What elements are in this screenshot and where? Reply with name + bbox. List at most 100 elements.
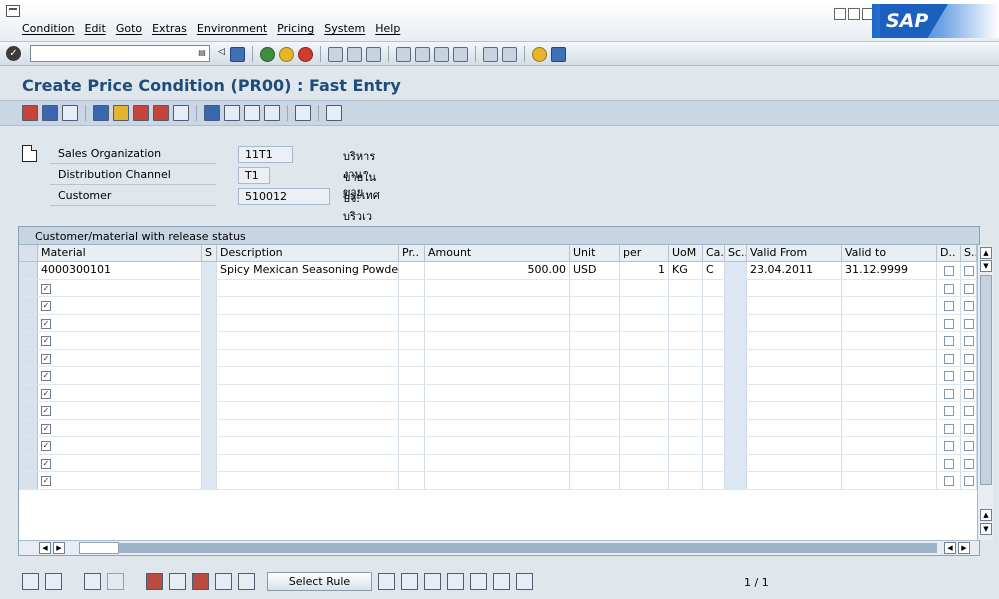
empty-cell[interactable] (703, 454, 725, 471)
d-checkbox[interactable] (937, 332, 961, 349)
empty-cell[interactable] (399, 437, 425, 454)
menu-edit[interactable]: Edit (85, 22, 106, 35)
d-checkbox[interactable] (937, 419, 961, 436)
empty-cell[interactable] (620, 384, 669, 401)
empty-cell[interactable] (703, 332, 725, 349)
empty-cell[interactable] (570, 419, 620, 436)
cancel-icon[interactable] (298, 46, 313, 62)
scroll-up-icon[interactable]: ▲ (980, 247, 992, 259)
enter-check-icon[interactable]: ✓ (6, 46, 21, 61)
ca-cell[interactable]: C (703, 262, 725, 279)
horizontal-scrollbar[interactable]: ◀ ▶ ◀ ▶ (19, 540, 979, 555)
s-checkbox[interactable] (961, 314, 977, 331)
sc-cell[interactable] (725, 262, 747, 279)
empty-cell[interactable] (747, 314, 842, 331)
release-status-icon[interactable]: ✓ (41, 441, 51, 451)
empty-cell[interactable] (747, 437, 842, 454)
empty-cell[interactable] (669, 349, 703, 366)
empty-cell[interactable] (725, 437, 747, 454)
valid-from-cell[interactable]: 23.04.2011 (747, 262, 842, 279)
last-page-icon[interactable] (453, 46, 468, 62)
empty-cell[interactable] (669, 402, 703, 419)
empty-cell[interactable] (620, 367, 669, 384)
scroll-down-page-icon[interactable]: ▼ (980, 260, 992, 272)
empty-cell[interactable] (217, 367, 399, 384)
empty-cell[interactable] (399, 402, 425, 419)
s-checkbox[interactable] (961, 384, 977, 401)
s-checkbox[interactable] (961, 297, 977, 314)
empty-cell[interactable] (703, 384, 725, 401)
new-session-icon[interactable] (483, 46, 498, 62)
row-selector[interactable] (19, 367, 38, 384)
empty-cell[interactable] (620, 437, 669, 454)
row-selector[interactable] (19, 472, 38, 489)
empty-cell[interactable] (669, 384, 703, 401)
empty-cell[interactable] (842, 472, 937, 489)
row-selector[interactable] (19, 279, 38, 296)
s-checkbox[interactable] (961, 367, 977, 384)
empty-cell[interactable] (217, 402, 399, 419)
release-status-icon[interactable]: ✓ (41, 283, 51, 294)
save-icon[interactable] (230, 46, 245, 62)
menu-pricing[interactable]: Pricing (277, 22, 314, 35)
minimize-icon[interactable] (834, 8, 846, 20)
layout-menu-icon[interactable] (551, 46, 566, 62)
scales-icon[interactable] (204, 105, 220, 121)
empty-cell[interactable] (725, 349, 747, 366)
material-cell[interactable]: ✓ (38, 332, 202, 349)
empty-cell[interactable] (725, 297, 747, 314)
d-checkbox[interactable] (937, 314, 961, 331)
empty-cell[interactable] (725, 314, 747, 331)
row-selector[interactable] (19, 349, 38, 366)
scroll-up-bottom-icon[interactable]: ▲ (980, 509, 992, 521)
help-icon[interactable] (532, 46, 547, 62)
s-checkbox[interactable] (961, 419, 977, 436)
material-cell[interactable]: ✓ (38, 472, 202, 489)
d-checkbox[interactable] (937, 367, 961, 384)
sum-icon[interactable] (516, 573, 533, 590)
empty-cell[interactable] (217, 297, 399, 314)
empty-cell[interactable] (747, 332, 842, 349)
d-checkbox[interactable] (937, 262, 961, 279)
material-cell[interactable]: ✓ (38, 437, 202, 454)
empty-cell[interactable] (570, 437, 620, 454)
s-checkbox[interactable] (961, 402, 977, 419)
edit-icon[interactable] (173, 105, 189, 121)
empty-cell[interactable] (747, 402, 842, 419)
row-selector[interactable] (19, 314, 38, 331)
row-selector[interactable] (19, 454, 38, 471)
empty-cell[interactable] (669, 454, 703, 471)
horizontal-scroll-track[interactable] (79, 542, 119, 554)
select-rule-button[interactable]: Select Rule (267, 572, 372, 591)
d-checkbox[interactable] (937, 279, 961, 296)
release-status-icon[interactable]: ✓ (41, 423, 51, 434)
scroll-left-end-icon[interactable]: ◀ (944, 542, 956, 554)
empty-cell[interactable] (725, 384, 747, 401)
valid-to-cell[interactable]: 31.12.9999 (842, 262, 937, 279)
material-cell[interactable]: ✓ (38, 384, 202, 401)
empty-cell[interactable] (202, 472, 217, 489)
empty-cell[interactable] (425, 419, 570, 436)
copy-rows-icon[interactable] (215, 573, 232, 590)
empty-cell[interactable] (202, 402, 217, 419)
s-checkbox[interactable] (961, 454, 977, 471)
distribution-channel-field[interactable]: T1 (238, 167, 270, 184)
empty-cell[interactable] (425, 454, 570, 471)
next-page-icon[interactable] (434, 46, 449, 62)
empty-cell[interactable] (399, 349, 425, 366)
exit-icon[interactable] (279, 46, 294, 62)
col-sc[interactable]: Sc.. (725, 245, 747, 261)
customer-icon[interactable] (295, 105, 311, 121)
menu-environment[interactable]: Environment (197, 22, 267, 35)
empty-cell[interactable] (620, 349, 669, 366)
back-arrow-icon[interactable]: ◁ (218, 47, 226, 62)
empty-cell[interactable] (620, 332, 669, 349)
document-icon[interactable] (22, 145, 37, 162)
col-valid-from[interactable]: Valid From (747, 245, 842, 261)
col-per[interactable]: per (620, 245, 669, 261)
material-cell[interactable]: ✓ (38, 279, 202, 296)
empty-cell[interactable] (217, 472, 399, 489)
vertical-scroll-thumb[interactable] (980, 275, 992, 485)
shortcut-icon[interactable] (502, 46, 517, 62)
empty-cell[interactable] (570, 279, 620, 296)
